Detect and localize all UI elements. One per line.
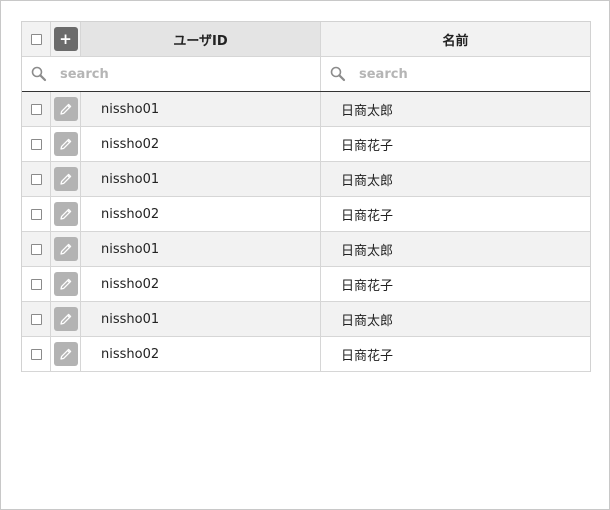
plus-icon: + [59,29,72,48]
row-action-cell [51,92,81,126]
row-action-cell [51,127,81,161]
name-search-input[interactable] [359,66,579,82]
user-id-cell: nissho02 [81,127,321,161]
row-checkbox-cell [22,127,51,161]
table-row: nissho02 日商花子 [22,337,590,372]
row-checkbox-cell [22,92,51,126]
row-checkbox[interactable] [30,313,42,325]
name-value: 日商太郎 [341,173,394,189]
row-action-cell [51,197,81,231]
pencil-icon [59,278,71,290]
user-id-cell: nissho02 [81,337,321,371]
edit-row-button[interactable] [53,237,78,261]
user-id-filter-cell [22,57,321,91]
row-action-cell [51,232,81,266]
name-value: 日商花子 [341,138,394,154]
column-header-user-id[interactable]: ユーザID [81,22,321,56]
select-all-checkbox[interactable] [30,33,42,45]
name-cell: 日商花子 [321,267,590,301]
user-id-cell: nissho01 [81,302,321,336]
grid-header-row: + ユーザID 名前 [22,22,590,57]
row-checkbox-cell [22,302,51,336]
row-checkbox-cell [22,337,51,371]
user-id-cell: nissho02 [81,267,321,301]
user-id-cell: nissho01 [81,92,321,126]
user-id-cell: nissho01 [81,162,321,196]
user-id-search-input[interactable] [60,66,280,82]
row-checkbox[interactable] [30,348,42,360]
user-id-value: nissho01 [101,101,160,117]
row-checkbox-cell [22,197,51,231]
row-checkbox[interactable] [30,103,42,115]
name-value: 日商太郎 [341,103,394,119]
table-row: nissho01 日商太郎 [22,302,590,337]
user-id-value: nissho01 [101,171,160,187]
pencil-icon [59,138,71,150]
name-value: 日商花子 [341,348,394,364]
row-checkbox-cell [22,232,51,266]
row-checkbox[interactable] [30,278,42,290]
row-checkbox[interactable] [30,208,42,220]
column-header-user-id-label: ユーザID [173,33,228,49]
header-action-cell: + [51,22,81,56]
user-id-value: nissho01 [101,241,160,257]
edit-row-button[interactable] [53,202,78,226]
table-row: nissho01 日商太郎 [22,232,590,267]
page-frame: + ユーザID 名前 search search nissho01 日商太郎 n… [0,0,610,510]
row-checkbox[interactable] [30,243,42,255]
table-row: nissho01 日商太郎 [22,162,590,197]
search-icon [30,65,48,83]
table-row: nissho02 日商花子 [22,197,590,232]
grid-filter-row [22,57,590,92]
table-row: nissho02 日商花子 [22,267,590,302]
column-header-name-label: 名前 [442,33,469,49]
name-value: 日商太郎 [341,313,394,329]
user-id-value: nissho02 [101,206,160,222]
edit-row-button[interactable] [53,307,78,331]
pencil-icon [59,208,71,220]
search-icon [329,65,347,83]
name-cell: 日商花子 [321,127,590,161]
pencil-icon [59,103,71,115]
name-cell: 日商太郎 [321,162,590,196]
edit-row-button[interactable] [53,167,78,191]
name-cell: 日商花子 [321,337,590,371]
user-id-value: nissho02 [101,136,160,152]
user-id-cell: nissho02 [81,197,321,231]
name-cell: 日商太郎 [321,232,590,266]
name-cell: 日商花子 [321,197,590,231]
row-action-cell [51,267,81,301]
row-action-cell [51,337,81,371]
add-row-button[interactable]: + [53,27,78,51]
table-row: nissho01 日商太郎 [22,92,590,127]
user-id-value: nissho01 [101,311,160,327]
pencil-icon [59,173,71,185]
column-header-name[interactable]: 名前 [321,22,590,56]
row-action-cell [51,302,81,336]
pencil-icon [59,348,71,360]
name-value: 日商花子 [341,278,394,294]
row-action-cell [51,162,81,196]
row-checkbox[interactable] [30,138,42,150]
row-checkbox-cell [22,267,51,301]
name-value: 日商花子 [341,208,394,224]
name-cell: 日商太郎 [321,302,590,336]
edit-row-button[interactable] [53,97,78,121]
name-filter-cell [321,57,590,91]
table-row: nissho02 日商花子 [22,127,590,162]
header-checkbox-cell [22,22,51,56]
edit-row-button[interactable] [53,272,78,296]
row-checkbox-cell [22,162,51,196]
edit-row-button[interactable] [53,132,78,156]
user-id-value: nissho02 [101,276,160,292]
row-checkbox[interactable] [30,173,42,185]
name-cell: 日商太郎 [321,92,590,126]
name-value: 日商太郎 [341,243,394,259]
pencil-icon [59,243,71,255]
edit-row-button[interactable] [53,342,78,366]
user-id-value: nissho02 [101,346,160,362]
user-grid: + ユーザID 名前 search search nissho01 日商太郎 n… [21,21,591,372]
user-id-cell: nissho01 [81,232,321,266]
pencil-icon [59,313,71,325]
